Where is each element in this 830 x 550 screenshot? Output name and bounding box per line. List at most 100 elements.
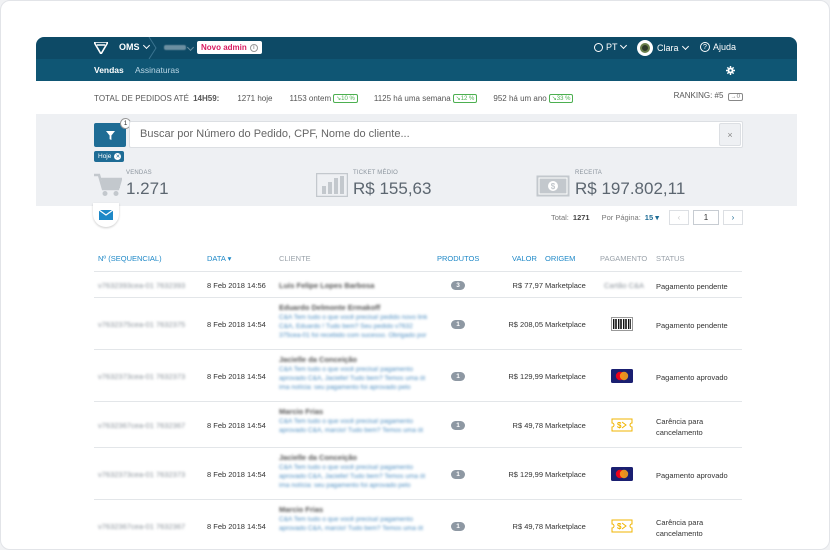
col-products[interactable]: PRODUTOS <box>437 254 479 263</box>
order-origin: Marketplace <box>545 281 586 290</box>
tab-assinaturas[interactable]: Assinaturas <box>135 65 179 75</box>
order-value: R$ 129,99 <box>508 372 543 381</box>
envelope-icon <box>99 209 113 220</box>
summary-year: 952 há um ano <box>493 93 547 103</box>
yesterday-change-badge: ↘10 % <box>333 93 358 103</box>
vendas-value: 1.271 <box>126 179 169 198</box>
order-origin: Marketplace <box>545 522 586 531</box>
order-date: 8 Feb 2018 14:54 <box>207 320 266 329</box>
bar-chart-icon <box>316 173 348 197</box>
order-status: Carência para cancelamento <box>656 417 704 437</box>
help-link[interactable]: ? Ajuda <box>700 42 736 52</box>
remove-filter-icon[interactable]: ✕ <box>114 153 122 160</box>
table-row[interactable]: v7632375cea-01 7632375 8 Feb 2018 14:54 Ed… <box>94 298 742 350</box>
date-filter-chip[interactable]: Hoje ✕ <box>94 151 125 162</box>
table-row[interactable]: v7632367cea-01 7632367 8 Feb 2018 14:54 Ma… <box>94 500 742 549</box>
tab-vendas[interactable]: Vendas <box>94 65 124 75</box>
new-admin-badge[interactable]: Novo admin i <box>197 41 262 54</box>
order-id[interactable]: v7632375cea-01 7632375 <box>98 320 185 329</box>
order-value: R$ 49,78 <box>512 522 543 531</box>
client-name[interactable]: Marcio Frias <box>279 407 323 416</box>
client-message: C&A Tem tudo o que você precisa! pagamen… <box>279 366 426 391</box>
col-payment: PAGAMENTO <box>600 254 648 263</box>
voucher-icon: $ <box>611 418 633 434</box>
client-name[interactable]: Marcio Frias <box>279 505 323 514</box>
language-selector[interactable]: PT <box>594 41 627 52</box>
order-id[interactable]: v7632393cea-01 7632393 <box>98 281 185 290</box>
prev-page-button[interactable]: ‹ <box>669 210 689 225</box>
chevron-down-icon <box>186 43 195 52</box>
order-status: Pagamento aprovado <box>656 373 728 382</box>
per-page-label: Por Página: <box>601 213 641 222</box>
table-row[interactable]: v7632373cea-01 7632373 8 Feb 2018 14:54 Ja… <box>94 350 742 402</box>
col-id[interactable]: Nº (SEQUENCIAL) <box>98 254 162 263</box>
oms-app: OMS Novo admin i PT Clara ? Ajuda Vendas… <box>36 37 797 549</box>
avatar <box>637 40 653 56</box>
date-filter-label: Hoje <box>98 153 112 160</box>
products-count-badge[interactable]: 1 <box>451 421 465 430</box>
screenshot-frame: OMS Novo admin i PT Clara ? Ajuda Vendas… <box>0 0 830 550</box>
order-id[interactable]: v7632367cea-01 7632367 <box>98 421 185 430</box>
client-message: C&A Tem tudo o que você precisa! pagamen… <box>279 464 426 489</box>
order-value: R$ 208,05 <box>508 320 543 329</box>
products-count-badge[interactable]: 3 <box>451 281 465 290</box>
store-switcher[interactable] <box>164 45 186 50</box>
client-name[interactable]: Eduardo Delmonte Ermakoff <box>279 303 380 312</box>
client-message: C&A Tem tudo o que você precisa! pagamen… <box>279 516 424 532</box>
order-date: 8 Feb 2018 14:54 <box>207 522 266 531</box>
total-count: 1271 <box>572 213 590 222</box>
col-origin[interactable]: ORIGEM <box>545 254 575 263</box>
order-origin: Marketplace <box>545 470 586 479</box>
next-page-button[interactable]: › <box>723 210 743 225</box>
summary-today: 1271 hoje <box>237 93 273 103</box>
ranking-change-badge: →0 <box>727 93 743 101</box>
svg-text:$: $ <box>617 421 622 430</box>
order-status: Pagamento pendente <box>656 282 728 291</box>
module-switcher[interactable]: OMS <box>119 41 150 52</box>
module-label: OMS <box>119 42 140 52</box>
orders-summary: TOTAL DE PEDIDOS ATÉ 14H59: 1271 hoje 11… <box>94 91 797 105</box>
filter-icon <box>105 130 115 140</box>
mastercard-icon <box>611 467 633 483</box>
products-count-badge[interactable]: 1 <box>451 470 465 479</box>
order-date: 8 Feb 2018 14:56 <box>207 281 266 290</box>
col-date[interactable]: DATA ▾ <box>207 254 231 263</box>
ticket-label: TICKET MÉDIO <box>353 170 398 176</box>
search-panel: 1 Buscar por Número do Pedido, CPF, Nome… <box>36 114 797 206</box>
client-name[interactable]: Jacielle da Conceição <box>279 453 357 462</box>
col-status: STATUS <box>656 254 685 263</box>
search-input[interactable]: Buscar por Número do Pedido, CPF, Nome d… <box>129 121 743 148</box>
order-id[interactable]: v7632373cea-01 7632373 <box>98 470 185 479</box>
table-row[interactable]: v7632373cea-01 7632373 8 Feb 2018 14:54 Ja… <box>94 448 742 500</box>
col-client: CLIENTE <box>279 254 311 263</box>
message-button[interactable] <box>93 203 119 227</box>
client-message: C&A Tem tudo o que você precisa! pedido … <box>279 314 428 339</box>
products-count-badge[interactable]: 1 <box>451 372 465 381</box>
summary-week: 1125 há uma semana <box>373 93 451 103</box>
gear-icon[interactable] <box>726 66 735 75</box>
banknote-icon: $ <box>536 175 570 197</box>
order-origin: Marketplace <box>545 372 586 381</box>
per-page-select[interactable]: 15 ▾ <box>645 213 659 222</box>
help-label: Ajuda <box>713 42 737 52</box>
products-count-badge[interactable]: 1 <box>451 320 465 329</box>
order-date: 8 Feb 2018 14:54 <box>207 421 266 430</box>
breadcrumb-separator-icon <box>148 37 157 59</box>
language-label: PT <box>606 42 618 52</box>
receita-value: R$ 197.802,11 <box>575 179 686 198</box>
client-name[interactable]: Luis Felipe Lopes Barbosa <box>279 281 374 290</box>
client-name[interactable]: Jacielle da Conceição <box>279 355 357 364</box>
user-menu[interactable]: Clara <box>637 40 689 56</box>
clear-search-button[interactable]: × <box>719 123 741 146</box>
mastercard-icon <box>611 369 633 385</box>
page-input[interactable]: 1 <box>693 210 719 225</box>
products-count-badge[interactable]: 1 <box>451 522 465 531</box>
col-value[interactable]: VALOR <box>512 254 537 263</box>
order-id[interactable]: v7632367cea-01 7632367 <box>98 522 185 531</box>
table-row[interactable]: v7632393cea-01 7632393 8 Feb 2018 14:56 Lu… <box>94 272 742 298</box>
order-id[interactable]: v7632373cea-01 7632373 <box>98 372 185 381</box>
receita-label: RECEITA <box>575 170 602 176</box>
ticket-value: R$ 155,63 <box>353 179 432 198</box>
brand-logo-icon[interactable] <box>94 42 108 54</box>
table-row[interactable]: v7632367cea-01 7632367 8 Feb 2018 14:54 Ma… <box>94 402 742 448</box>
